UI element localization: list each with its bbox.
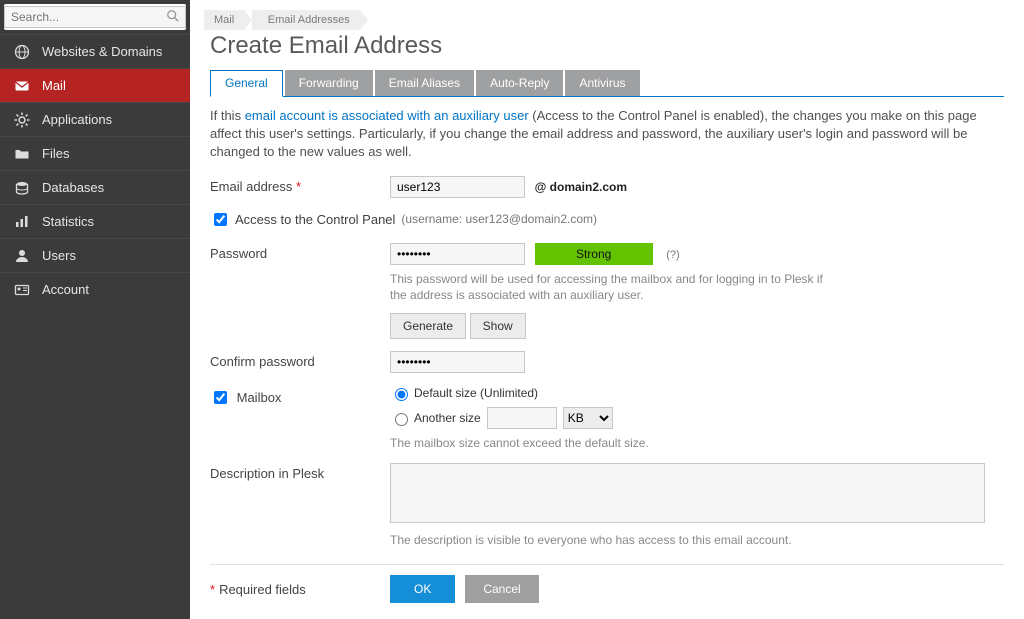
globe-icon — [12, 44, 32, 60]
breadcrumb: Mail Email Addresses — [204, 10, 1004, 30]
access-cp-username: (username: user123@domain2.com) — [401, 212, 597, 226]
database-icon — [12, 180, 32, 196]
search-input[interactable] — [4, 6, 186, 28]
description-textarea[interactable] — [390, 463, 985, 523]
sidebar-item-label: Mail — [42, 78, 66, 93]
ok-button[interactable]: OK — [390, 575, 455, 603]
intro-link[interactable]: email account is associated with an auxi… — [245, 108, 529, 123]
sidebar-item-label: Applications — [42, 112, 112, 127]
confirm-label: Confirm password — [210, 351, 390, 369]
password-strength: Strong — [535, 243, 653, 265]
mailbox-another-label: Another size — [414, 411, 481, 425]
tabs: General Forwarding Email Aliases Auto-Re… — [210, 70, 1004, 97]
page-title: Create Email Address — [210, 32, 1004, 60]
email-label: Email address * — [210, 176, 390, 194]
sidebar-item-mail[interactable]: Mail — [0, 68, 190, 102]
sidebar-item-websites[interactable]: Websites & Domains — [0, 34, 190, 68]
sidebar-item-users[interactable]: Users — [0, 238, 190, 272]
password-input[interactable] — [390, 243, 525, 265]
sidebar-item-databases[interactable]: Databases — [0, 170, 190, 204]
mail-icon — [12, 78, 32, 94]
intro-text: If this email account is associated with… — [210, 107, 1004, 162]
confirm-password-input[interactable] — [390, 351, 525, 373]
sidebar: Websites & Domains Mail Applications Fil… — [0, 0, 190, 619]
password-help-icon[interactable]: (?) — [666, 249, 679, 261]
required-fields-label: *Required fields — [210, 582, 390, 597]
main: Mail Email Addresses Create Email Addres… — [190, 0, 1024, 619]
gear-icon — [12, 112, 32, 128]
mailbox-unit-select[interactable]: KB — [563, 407, 613, 429]
email-domain: @ domain2.com — [535, 180, 627, 194]
mailbox-size-input[interactable] — [487, 407, 557, 429]
mailbox-hint: The mailbox size cannot exceed the defau… — [390, 435, 830, 451]
show-button[interactable]: Show — [470, 313, 526, 339]
description-hint: The description is visible to everyone w… — [390, 532, 830, 548]
sidebar-item-label: Files — [42, 146, 69, 161]
mailbox-default-radio[interactable] — [395, 388, 408, 401]
password-label: Password — [210, 243, 390, 261]
separator — [210, 564, 1004, 565]
access-cp-label: Access to the Control Panel — [235, 212, 395, 227]
access-cp-checkbox[interactable] — [214, 213, 227, 226]
description-label: Description in Plesk — [210, 463, 390, 481]
mailbox-checkbox[interactable] — [214, 391, 227, 404]
sidebar-item-applications[interactable]: Applications — [0, 102, 190, 136]
folder-icon — [12, 146, 32, 162]
tab-forwarding[interactable]: Forwarding — [285, 70, 373, 96]
tab-email-aliases[interactable]: Email Aliases — [375, 70, 474, 96]
password-hint: This password will be used for accessing… — [390, 271, 830, 303]
generate-button[interactable]: Generate — [390, 313, 466, 339]
breadcrumb-email-addresses[interactable]: Email Addresses — [252, 10, 360, 30]
sidebar-item-label: Statistics — [42, 214, 94, 229]
mailbox-label: Mailbox — [210, 385, 390, 407]
breadcrumb-mail[interactable]: Mail — [204, 10, 244, 30]
sidebar-item-files[interactable]: Files — [0, 136, 190, 170]
tab-auto-reply[interactable]: Auto-Reply — [476, 70, 563, 96]
email-local-input[interactable] — [390, 176, 525, 198]
sidebar-item-account[interactable]: Account — [0, 272, 190, 306]
user-icon — [12, 248, 32, 264]
tab-general[interactable]: General — [210, 70, 283, 97]
stats-icon — [12, 214, 32, 230]
sidebar-item-label: Websites & Domains — [42, 44, 162, 59]
mailbox-default-label: Default size (Unlimited) — [414, 386, 538, 400]
sidebar-item-statistics[interactable]: Statistics — [0, 204, 190, 238]
sidebar-item-label: Users — [42, 248, 76, 263]
search-icon[interactable] — [166, 9, 180, 23]
cancel-button[interactable]: Cancel — [465, 575, 538, 603]
card-icon — [12, 282, 32, 298]
sidebar-item-label: Databases — [42, 180, 104, 195]
tab-antivirus[interactable]: Antivirus — [565, 70, 639, 96]
sidebar-item-label: Account — [42, 282, 89, 297]
mailbox-another-radio[interactable] — [395, 413, 408, 426]
